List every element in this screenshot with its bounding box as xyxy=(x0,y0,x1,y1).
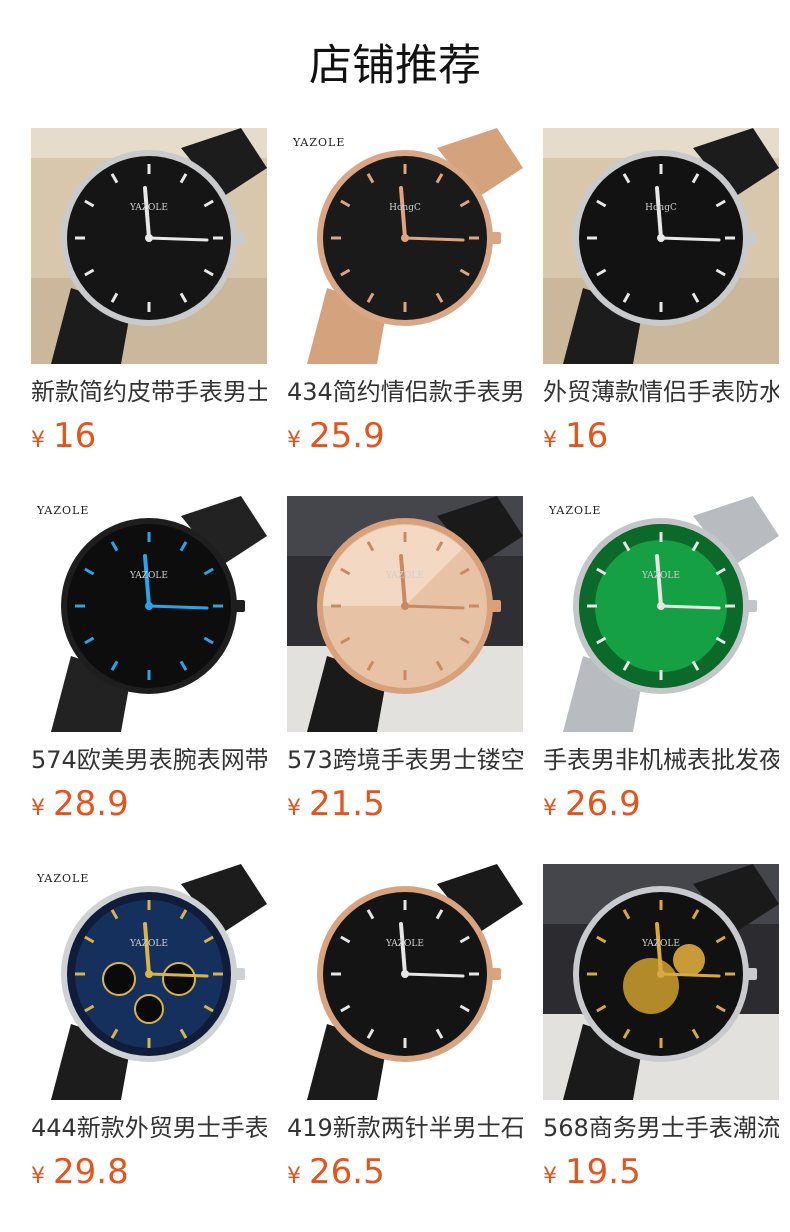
corner-brand-text: YAZOLE xyxy=(292,136,345,149)
dial-brand-text: YAZOLE xyxy=(129,571,168,581)
corner-brand-text: YAZOLE xyxy=(36,872,89,885)
currency-symbol: ¥ xyxy=(543,428,557,453)
product-price: ¥26.9 xyxy=(543,784,641,828)
product-price: ¥29.8 xyxy=(31,1152,129,1196)
watch-illustration: YAZOLE xyxy=(287,864,523,1100)
dial-brand-text: YAZOLE xyxy=(129,203,168,213)
currency-symbol: ¥ xyxy=(543,796,557,821)
product-image[interactable]: YAZOLE YAZOLE xyxy=(31,864,267,1100)
product-image[interactable]: YAZOLE xyxy=(31,128,267,364)
dial-brand-text: HongC xyxy=(645,203,677,213)
product-image[interactable]: HongC xyxy=(543,128,779,364)
watch-illustration: YAZOLE YAZOLE xyxy=(31,496,267,732)
product-name[interactable]: 573跨境手表男士镂空 xyxy=(287,742,523,778)
price-amount: 21.5 xyxy=(309,784,385,824)
product-name[interactable]: 568商务男士手表潮流 xyxy=(543,1110,779,1146)
currency-symbol: ¥ xyxy=(287,1164,301,1189)
dial-brand-text: YAZOLE xyxy=(385,939,424,949)
watch-illustration: YAZOLE xyxy=(31,128,267,364)
watch-illustration: YAZOLE YAZOLE xyxy=(543,496,779,732)
product-card[interactable]: YAZOLE 419新款两针半男士石英 ¥26.5 xyxy=(287,864,523,1204)
product-price: ¥28.9 xyxy=(31,784,129,828)
currency-symbol: ¥ xyxy=(287,428,301,453)
product-card[interactable]: YAZOLE 568商务男士手表潮流 ¥19.5 xyxy=(543,864,779,1204)
product-price: ¥19.5 xyxy=(543,1152,641,1196)
currency-symbol: ¥ xyxy=(31,1164,45,1189)
watch-illustration: YAZOLE xyxy=(543,864,779,1100)
product-card[interactable]: HongC 外贸薄款情侣手表防水 ¥16 xyxy=(543,128,779,468)
product-card[interactable]: HongC YAZOLE 434简约情侣款手表男 ¥25.9 xyxy=(287,128,523,468)
product-image[interactable]: YAZOLE YAZOLE xyxy=(31,496,267,732)
corner-brand-text: YAZOLE xyxy=(36,504,89,517)
product-card[interactable]: YAZOLE YAZOLE 手表男非机械表批发夜光 ¥26.9 xyxy=(543,496,779,836)
corner-brand-text: YAZOLE xyxy=(548,504,601,517)
currency-symbol: ¥ xyxy=(31,796,45,821)
product-name[interactable]: 外贸薄款情侣手表防水 xyxy=(543,374,779,410)
product-card[interactable]: YAZOLE YAZOLE 444新款外贸男士手表 ¥29.8 xyxy=(31,864,267,1204)
watch-illustration: YAZOLE xyxy=(287,496,523,732)
product-price: ¥26.5 xyxy=(287,1152,385,1196)
dial-brand-text: YAZOLE xyxy=(641,939,680,949)
product-name[interactable]: 手表男非机械表批发夜光 xyxy=(543,742,779,778)
product-price: ¥21.5 xyxy=(287,784,385,828)
product-price: ¥16 xyxy=(31,416,96,460)
price-amount: 25.9 xyxy=(309,416,385,456)
product-name[interactable]: 444新款外贸男士手表 xyxy=(31,1110,267,1146)
price-amount: 16 xyxy=(565,416,609,456)
product-image[interactable]: HongC YAZOLE xyxy=(287,128,523,364)
price-amount: 29.8 xyxy=(53,1152,129,1192)
product-price: ¥16 xyxy=(543,416,608,460)
product-image[interactable]: YAZOLE xyxy=(543,864,779,1100)
product-price: ¥25.9 xyxy=(287,416,385,460)
page-title: 店铺推荐 xyxy=(309,41,481,91)
watch-illustration: HongC xyxy=(543,128,779,364)
product-card[interactable]: YAZOLE 573跨境手表男士镂空 ¥21.5 xyxy=(287,496,523,836)
product-name[interactable]: 574欧美男表腕表网带 xyxy=(31,742,267,778)
product-image[interactable]: YAZOLE xyxy=(287,496,523,732)
product-image[interactable]: YAZOLE YAZOLE xyxy=(543,496,779,732)
currency-symbol: ¥ xyxy=(543,1164,557,1189)
product-image[interactable]: YAZOLE xyxy=(287,864,523,1100)
dial-brand-text: YAZOLE xyxy=(385,571,424,581)
dial-brand-text: YAZOLE xyxy=(129,939,168,949)
product-name[interactable]: 434简约情侣款手表男 xyxy=(287,374,523,410)
currency-symbol: ¥ xyxy=(287,796,301,821)
product-name[interactable]: 新款简约皮带手表男士 xyxy=(31,374,267,410)
currency-symbol: ¥ xyxy=(31,428,45,453)
watch-illustration: YAZOLE YAZOLE xyxy=(31,864,267,1100)
price-amount: 26.9 xyxy=(565,784,641,824)
price-amount: 19.5 xyxy=(565,1152,641,1192)
price-amount: 28.9 xyxy=(53,784,129,824)
product-card[interactable]: YAZOLE 新款简约皮带手表男士 ¥16 xyxy=(31,128,267,468)
product-card[interactable]: YAZOLE YAZOLE 574欧美男表腕表网带 ¥28.9 xyxy=(31,496,267,836)
dial-brand-text: YAZOLE xyxy=(641,571,680,581)
product-name[interactable]: 419新款两针半男士石英 xyxy=(287,1110,523,1146)
price-amount: 16 xyxy=(53,416,97,456)
dial-brand-text: HongC xyxy=(389,203,421,213)
price-amount: 26.5 xyxy=(309,1152,385,1192)
shop-recommendations-page: 店铺推荐 YAZOLE 新款简约皮带手表男士 ¥16 HongC YAZOLE 434简约… xyxy=(0,0,790,1232)
watch-illustration: HongC YAZOLE xyxy=(287,128,523,364)
